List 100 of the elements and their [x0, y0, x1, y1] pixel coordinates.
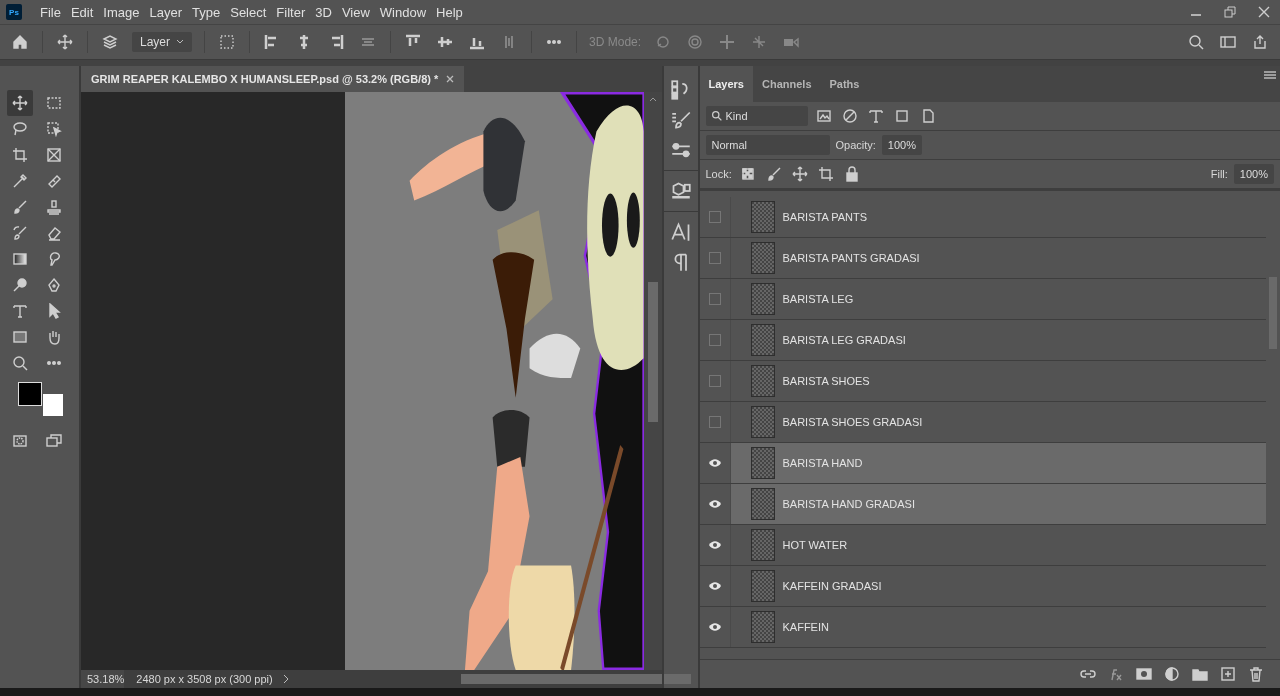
history-brush-icon: [12, 225, 28, 241]
filter-dropdown[interactable]: Kind: [705, 106, 808, 126]
layer-thumbnail: [750, 611, 775, 643]
layer-thumbnail: [750, 529, 775, 561]
layer-item[interactable]: HOT WATER: [730, 525, 1266, 565]
app-logo: Ps: [6, 4, 22, 20]
layer-name: KAFFEIN GRADASI: [782, 580, 882, 592]
menu-item[interactable]: Filter: [272, 4, 310, 20]
layer-thumbnail: [750, 324, 775, 356]
menu-item[interactable]: Type: [188, 4, 225, 20]
layer-name: BARISTA HAND GRADASI: [782, 498, 915, 510]
layer-thumbnail: [750, 488, 775, 520]
document-tab[interactable]: GRIM REAPER KALEMBO X HUMANSLEEP.psd @ 53.2% (RGB/8) *: [81, 66, 465, 92]
quick-mask-icon: [12, 433, 28, 449]
layer-name: BARISTA SHOES GRADASI: [782, 416, 923, 428]
layer-item[interactable]: BARISTA HAND: [730, 443, 1266, 483]
brush-icon: [12, 199, 28, 215]
gradient-icon: [12, 251, 28, 267]
layer-name: HOT WATER: [782, 539, 848, 551]
layer-thumbnail: [750, 283, 775, 315]
menu-item[interactable]: 3D: [311, 4, 336, 20]
eyedropper-icon: [12, 173, 28, 189]
background-color-swatch[interactable]: [43, 394, 63, 416]
fill-field[interactable]: 100%: [1233, 164, 1274, 184]
move-icon[interactable]: [55, 32, 75, 52]
menu-item[interactable]: Image: [99, 4, 144, 20]
auto-select-dropdown[interactable]: Layer: [132, 32, 193, 52]
move-icon: [12, 95, 28, 111]
rectangle-icon: [12, 329, 28, 345]
layer-name: BARISTA LEG GRADASI: [782, 334, 906, 346]
dodge-icon: [12, 277, 28, 293]
scroll-up-icon[interactable]: [648, 96, 657, 102]
visibility-eye-icon[interactable]: [707, 540, 722, 550]
zoom-level[interactable]: 53.18%: [81, 670, 125, 688]
visibility-toggle[interactable]: [708, 211, 721, 223]
blend-mode-dropdown[interactable]: Normal: [705, 135, 830, 155]
foreground-color-swatch[interactable]: [18, 382, 42, 406]
layer-item[interactable]: BARISTA HAND GRADASI: [730, 484, 1266, 524]
visibility-toggle[interactable]: [708, 252, 721, 264]
brush-settings-icon: [670, 110, 691, 130]
layer-thumbnail: [750, 447, 775, 479]
menu-item[interactable]: Window: [375, 4, 431, 20]
stamp-icon: [46, 199, 62, 215]
layer-item[interactable]: BARISTA PANTS GRADASI: [730, 238, 1266, 278]
visibility-eye-icon[interactable]: [707, 581, 722, 591]
scrollbar-thumb[interactable]: [460, 674, 691, 684]
layer-item[interactable]: BARISTA PANTS: [730, 197, 1266, 237]
layer-name: BARISTA LEG: [782, 293, 854, 305]
layer-name: KAFFEIN: [782, 621, 829, 633]
visibility-toggle[interactable]: [708, 416, 721, 428]
menu-item[interactable]: Help: [432, 4, 467, 20]
visibility-toggle[interactable]: [708, 375, 721, 387]
pointer-icon: [46, 303, 62, 319]
screen-mode-icon: [46, 433, 62, 449]
menu-item[interactable]: Edit: [66, 4, 98, 20]
visibility-eye-icon[interactable]: [707, 622, 722, 632]
layer-item[interactable]: BARISTA SHOES: [730, 361, 1266, 401]
close-icon[interactable]: [446, 75, 455, 83]
layers-stack-icon[interactable]: [100, 32, 120, 52]
type-tool-icon: [12, 303, 28, 319]
object-select-icon: [46, 121, 62, 137]
scrollbar-thumb[interactable]: [647, 282, 658, 422]
layer-item[interactable]: KAFFEIN GRADASI: [730, 566, 1266, 606]
opacity-label: Opacity:: [835, 139, 876, 151]
pen-icon: [46, 277, 62, 293]
fill-label: Fill:: [1210, 168, 1228, 180]
panel-tab[interactable]: Paths: [820, 66, 869, 102]
lock-label: Lock:: [705, 168, 732, 180]
layer-item[interactable]: BARISTA LEG: [730, 279, 1266, 319]
panel-tab[interactable]: Layers: [699, 66, 753, 102]
new-layer-icon[interactable]: [1218, 664, 1238, 684]
adjust-icon: [670, 140, 691, 160]
layer-name: BARISTA HAND: [782, 457, 863, 469]
panel-tab[interactable]: Channels: [753, 66, 821, 102]
menu-item[interactable]: File: [36, 4, 65, 20]
marquee-icon: [46, 95, 62, 111]
visibility-eye-icon[interactable]: [707, 458, 722, 468]
hand-icon: [46, 329, 62, 345]
move-tool[interactable]: [7, 90, 33, 116]
layer-item[interactable]: KAFFEIN: [730, 607, 1266, 647]
chevron-right-icon[interactable]: [282, 674, 289, 684]
menu-item[interactable]: View: [337, 4, 374, 20]
opacity-field[interactable]: 100%: [881, 135, 922, 155]
visibility-eye-icon[interactable]: [707, 499, 722, 509]
layer-thumbnail: [750, 242, 775, 274]
lasso-icon: [12, 121, 28, 137]
search-icon: [711, 111, 722, 121]
layer-item[interactable]: BARISTA LEG GRADASI: [730, 320, 1266, 360]
search-icon[interactable]: [1186, 32, 1206, 52]
layer-item[interactable]: BARISTA SHOES GRADASI: [730, 402, 1266, 442]
document-info: 2480 px x 3508 px (300 ppi): [136, 673, 273, 685]
visibility-toggle[interactable]: [708, 334, 721, 346]
crop-icon: [12, 147, 28, 163]
character-icon: [670, 222, 691, 242]
menu-item[interactable]: Select: [226, 4, 271, 20]
adjustment-layer-icon[interactable]: [1162, 664, 1182, 684]
bandage-icon: [46, 173, 62, 189]
visibility-toggle[interactable]: [708, 293, 721, 305]
layer-name: BARISTA PANTS GRADASI: [782, 252, 920, 264]
menu-item[interactable]: Layer: [145, 4, 187, 20]
